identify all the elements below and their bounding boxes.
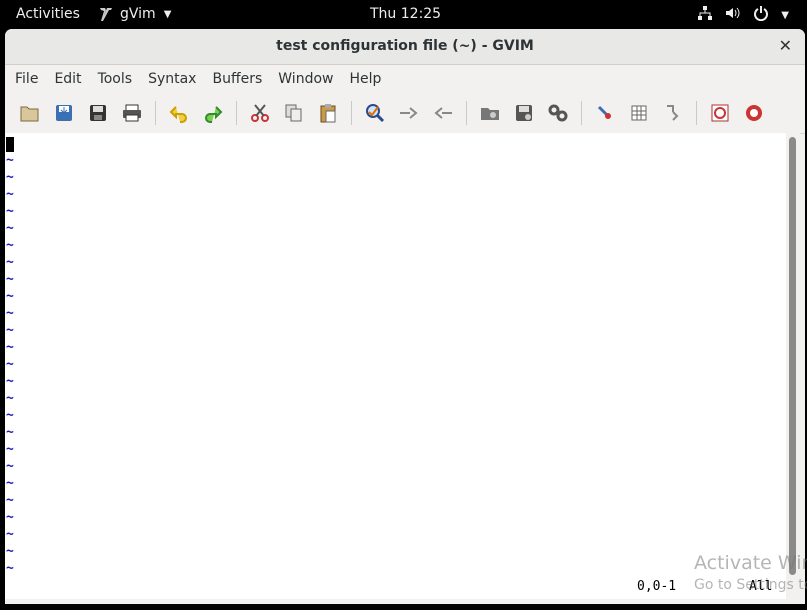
- paste-icon[interactable]: [314, 99, 342, 127]
- toolbar-separator: [236, 101, 237, 125]
- tilde-line-marker: ~: [6, 527, 14, 542]
- menu-help[interactable]: Help: [341, 65, 389, 93]
- vim-logo-icon: [98, 6, 114, 22]
- tilde-line-marker: ~: [6, 459, 14, 474]
- save-session-icon[interactable]: [510, 99, 538, 127]
- tilde-line-marker: ~: [6, 306, 14, 321]
- app-menu[interactable]: gVim ▼: [98, 6, 171, 22]
- cursor-position: 0,0-1: [637, 579, 677, 594]
- tilde-line-marker: ~: [6, 289, 14, 304]
- find-previous-icon[interactable]: [429, 99, 457, 127]
- menu-syntax[interactable]: Syntax: [140, 65, 204, 93]
- make-icon[interactable]: [591, 99, 619, 127]
- run-script-icon[interactable]: [544, 99, 572, 127]
- activation-watermark-title: Activate Win: [694, 552, 807, 574]
- open-file-icon[interactable]: [16, 99, 44, 127]
- tilde-line-marker: ~: [6, 357, 14, 372]
- gvim-window: test configuration file (~) - GVIM ✕ Fil…: [5, 29, 805, 604]
- tilde-line-marker: ~: [6, 221, 14, 236]
- gnome-top-bar: Activities gVim ▼ Thu 12:25 ▼: [0, 0, 807, 29]
- toolbar-separator: [466, 101, 467, 125]
- tilde-line-marker: ~: [6, 476, 14, 491]
- find-next-icon[interactable]: [395, 99, 423, 127]
- activities-button[interactable]: Activities: [16, 6, 80, 22]
- text-cursor: [6, 137, 14, 152]
- menu-tools[interactable]: Tools: [90, 65, 141, 93]
- power-icon[interactable]: [753, 5, 769, 25]
- clock[interactable]: Thu 12:25: [370, 6, 441, 22]
- toolbar-separator: [155, 101, 156, 125]
- chevron-down-icon: ▼: [163, 8, 172, 20]
- jump-to-tag-icon[interactable]: [659, 99, 687, 127]
- title-bar[interactable]: test configuration file (~) - GVIM ✕: [5, 29, 805, 65]
- undo-icon[interactable]: [165, 99, 193, 127]
- tilde-line-marker: ~: [6, 544, 14, 559]
- vertical-scrollbar[interactable]: [786, 133, 800, 599]
- tilde-line-marker: ~: [6, 493, 14, 508]
- activation-watermark-subtitle: Go to Settings to: [694, 577, 807, 593]
- tilde-line-marker: ~: [6, 187, 14, 202]
- copy-icon[interactable]: [280, 99, 308, 127]
- build-tags-icon[interactable]: [625, 99, 653, 127]
- save-file-icon[interactable]: [50, 99, 78, 127]
- tilde-line-marker: ~: [6, 170, 14, 185]
- toolbar-separator: [351, 101, 352, 125]
- tilde-line-marker: ~: [6, 255, 14, 270]
- window-title: test configuration file (~) - GVIM: [276, 38, 534, 54]
- tilde-line-marker: ~: [6, 408, 14, 423]
- close-icon[interactable]: ✕: [779, 36, 792, 55]
- toolbar-separator: [581, 101, 582, 125]
- tilde-line-marker: ~: [6, 272, 14, 287]
- load-session-icon[interactable]: [476, 99, 504, 127]
- tilde-line-marker: ~: [6, 391, 14, 406]
- print-icon[interactable]: [118, 99, 146, 127]
- menu-file[interactable]: File: [7, 65, 46, 93]
- tilde-line-marker: ~: [6, 323, 14, 338]
- tilde-line-marker: ~: [6, 561, 14, 576]
- tilde-line-marker: ~: [6, 238, 14, 253]
- editor-area[interactable]: ~ ~ ~ ~ ~ ~ ~ ~ ~ ~ ~ ~ ~ ~ ~ ~ ~ ~ ~ ~ ~ ~ ~ ~ ~ 0,0-1 All: [5, 133, 786, 599]
- tilde-line-marker: ~: [6, 204, 14, 219]
- redo-icon[interactable]: [199, 99, 227, 127]
- cut-icon[interactable]: [246, 99, 274, 127]
- toolbar: [5, 93, 805, 134]
- help-icon[interactable]: [706, 99, 734, 127]
- toolbar-separator: [696, 101, 697, 125]
- menu-window[interactable]: Window: [270, 65, 341, 93]
- scrollbar-thumb[interactable]: [789, 137, 796, 575]
- save-all-icon[interactable]: [84, 99, 112, 127]
- window-bottom-edge: [5, 599, 805, 604]
- network-icon[interactable]: [697, 5, 713, 25]
- chevron-down-icon[interactable]: ▼: [781, 10, 789, 21]
- menu-bar: File Edit Tools Syntax Buffers Window He…: [5, 65, 805, 93]
- tilde-line-marker: ~: [6, 340, 14, 355]
- tilde-line-marker: ~: [6, 153, 14, 168]
- volume-icon[interactable]: [725, 5, 741, 25]
- system-tray[interactable]: ▼: [697, 5, 789, 25]
- app-name: gVim: [120, 6, 156, 22]
- tilde-line-marker: ~: [6, 510, 14, 525]
- menu-edit[interactable]: Edit: [46, 65, 89, 93]
- tilde-line-marker: ~: [6, 425, 14, 440]
- find-help-icon[interactable]: [740, 99, 768, 127]
- tilde-line-marker: ~: [6, 442, 14, 457]
- find-replace-icon[interactable]: [361, 99, 389, 127]
- tilde-line-marker: ~: [6, 374, 14, 389]
- menu-buffers[interactable]: Buffers: [204, 65, 270, 93]
